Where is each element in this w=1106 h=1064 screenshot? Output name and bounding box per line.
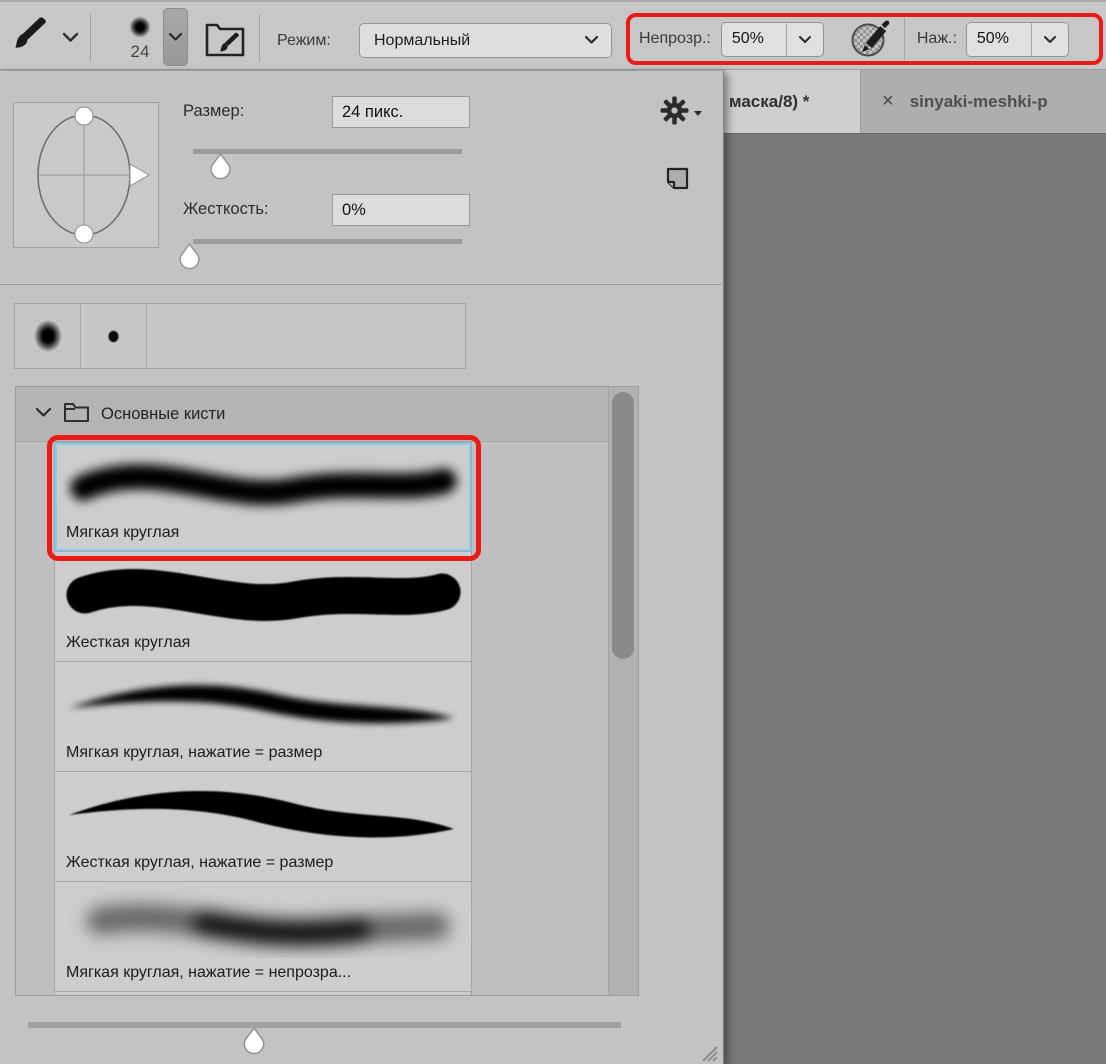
mode-label: Режим: xyxy=(277,32,331,50)
size-input[interactable]: 24 пикс. xyxy=(332,96,470,128)
hardness-label: Жесткость: xyxy=(183,200,269,219)
blend-mode-select[interactable]: Нормальный xyxy=(359,23,612,58)
brush-item-partial[interactable] xyxy=(54,992,472,996)
chevron-down-icon xyxy=(62,30,79,48)
triangle-down-icon xyxy=(693,110,703,117)
hardness-input[interactable]: 0% xyxy=(332,194,470,226)
brush-preset-panel: Размер: 24 пикс. Жесткость: 0% xyxy=(0,70,724,1064)
list-scrollbar-thumb[interactable] xyxy=(612,392,634,659)
panel-bottom-slider-track[interactable] xyxy=(28,1022,621,1028)
brush-tool-icon xyxy=(10,16,48,61)
chevron-down-icon xyxy=(35,405,52,423)
document-tab-bar: маска/8) * × sinyaki-meshki-p xyxy=(724,70,1106,133)
brush-stroke-preview xyxy=(55,884,471,958)
document-canvas[interactable] xyxy=(724,133,1106,1064)
tab-document-active[interactable]: маска/8) * xyxy=(724,70,860,133)
opacity-dropdown-button[interactable] xyxy=(786,23,823,56)
brush-size-badge: 24 xyxy=(117,42,163,62)
brush-tip-shape-editor[interactable] xyxy=(13,102,159,248)
size-label: Размер: xyxy=(183,102,244,121)
brush-tool-button[interactable] xyxy=(10,16,79,61)
recent-brush-soft[interactable] xyxy=(15,304,81,368)
panel-divider xyxy=(0,284,724,285)
brush-preset-dropdown-button[interactable] xyxy=(163,8,188,66)
brush-item-label: Мягкая круглая, нажатие = непрозра... xyxy=(66,964,351,982)
brush-panel-folder-icon xyxy=(203,46,247,63)
hard-dot-icon xyxy=(106,328,121,345)
brush-preset-button[interactable]: 24 xyxy=(117,12,163,62)
brush-stroke-preview xyxy=(55,664,471,738)
opacity-field-group: 50% xyxy=(721,22,824,57)
brush-stroke-preview xyxy=(55,554,471,628)
pressure-input[interactable]: 50% xyxy=(967,23,1031,56)
panel-resize-grip[interactable] xyxy=(693,1037,719,1064)
toolbar-separator xyxy=(904,18,905,60)
toolbar-separator xyxy=(90,14,91,62)
list-scrollbar-track[interactable] xyxy=(608,387,638,995)
pressure-field-group: 50% xyxy=(966,22,1069,57)
hardness-slider-track[interactable] xyxy=(193,239,462,244)
chevron-down-icon xyxy=(584,32,599,50)
opacity-pressure-highlight: Непрозр.: 50% xyxy=(626,13,1103,65)
brush-stroke-preview xyxy=(55,445,471,519)
brush-group-label: Основные кисти xyxy=(101,405,225,424)
brush-group-header[interactable]: Основные кисти xyxy=(16,387,609,442)
toggle-brush-settings-button[interactable] xyxy=(203,17,247,64)
brush-preview-dot-icon xyxy=(125,12,155,42)
blend-mode-value: Нормальный xyxy=(374,32,470,50)
size-slider-thumb[interactable] xyxy=(209,153,232,180)
size-slider-track[interactable] xyxy=(193,149,462,154)
soft-dot-icon xyxy=(29,314,67,358)
brush-stroke-preview xyxy=(55,774,471,848)
brush-item-label: Мягкая круглая, нажатие = размер xyxy=(66,744,322,762)
brush-item-label: Жесткая круглая xyxy=(66,634,190,652)
brush-item-hard-pressure-size[interactable]: Жесткая круглая, нажатие = размер xyxy=(54,772,472,882)
panel-bottom-slider-thumb[interactable] xyxy=(242,1027,265,1054)
options-bar: 24 Режим: Нормальный Непрозр.: 50% xyxy=(0,0,1106,70)
opacity-input[interactable]: 50% xyxy=(722,23,786,56)
close-icon[interactable]: × xyxy=(882,90,894,113)
brush-preset-list: Основные кисти Мягкая круглая Жесткая кр… xyxy=(15,386,639,996)
gear-icon xyxy=(660,96,689,130)
opacity-label: Непрозр.: xyxy=(639,30,711,48)
hardness-slider-thumb[interactable] xyxy=(178,243,201,270)
tab-document-inactive[interactable]: × sinyaki-meshki-p xyxy=(860,70,1106,133)
airbrush-icon[interactable] xyxy=(848,15,894,64)
recent-brush-hard[interactable] xyxy=(81,304,147,368)
brush-item-label: Жесткая круглая, нажатие = размер xyxy=(66,854,333,872)
brush-item-soft-pressure-opacity[interactable]: Мягкая круглая, нажатие = непрозра... xyxy=(54,882,472,992)
toolbar-separator xyxy=(259,14,260,62)
new-preset-button[interactable] xyxy=(664,166,690,197)
recent-brushes-strip xyxy=(14,303,466,369)
panel-menu-button[interactable] xyxy=(660,96,703,130)
new-preset-icon xyxy=(664,179,690,196)
folder-icon xyxy=(63,401,90,428)
brush-item-hard-round[interactable]: Жесткая круглая xyxy=(54,552,472,662)
brush-item-soft-round[interactable]: Мягкая круглая xyxy=(54,442,472,552)
tab-active-label: маска/8) * xyxy=(729,92,809,112)
brush-item-label: Мягкая круглая xyxy=(66,524,179,542)
brush-item-soft-pressure-size[interactable]: Мягкая круглая, нажатие = размер xyxy=(54,662,472,772)
tab-inactive-label: sinyaki-meshki-p xyxy=(910,92,1048,112)
pressure-label: Наж.: xyxy=(917,30,957,48)
pressure-dropdown-button[interactable] xyxy=(1031,23,1068,56)
